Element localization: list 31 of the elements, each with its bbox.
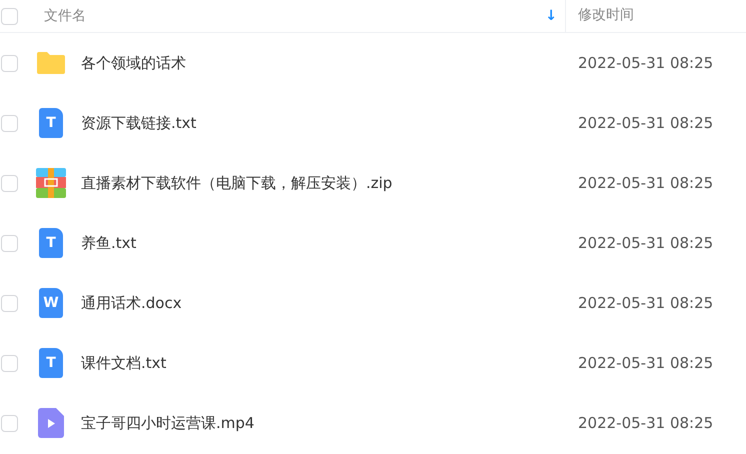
modified-time: 2022-05-31 08:25 xyxy=(578,54,714,72)
row-checkbox[interactable] xyxy=(1,114,18,132)
modified-time: 2022-05-31 08:25 xyxy=(578,354,714,372)
file-name[interactable]: 课件文档.txt xyxy=(81,354,578,372)
time-column-header[interactable]: 修改时间 xyxy=(565,0,746,32)
word-file-icon: W xyxy=(39,288,63,318)
row-checkbox[interactable] xyxy=(1,294,18,312)
folder-icon xyxy=(36,51,66,75)
text-file-icon: T xyxy=(39,108,63,138)
row-checkbox[interactable] xyxy=(1,54,18,72)
row-checkbox[interactable] xyxy=(1,354,18,372)
archive-icon xyxy=(36,168,66,198)
modified-time: 2022-05-31 08:25 xyxy=(578,234,714,252)
modified-time: 2022-05-31 08:25 xyxy=(578,114,714,132)
text-file-icon: T xyxy=(39,348,63,378)
select-all-checkbox[interactable] xyxy=(1,8,18,24)
file-name[interactable]: 直播素材下载软件（电脑下载，解压安装）.zip xyxy=(81,174,578,192)
row-checkbox[interactable] xyxy=(1,234,18,252)
file-name[interactable]: 宝子哥四小时运营课.mp4 xyxy=(81,414,578,432)
file-name[interactable]: 养鱼.txt xyxy=(81,234,578,252)
modified-time: 2022-05-31 08:25 xyxy=(578,174,714,192)
text-file-icon: T xyxy=(39,228,63,258)
row-checkbox[interactable] xyxy=(1,414,18,432)
file-name[interactable]: 资源下载链接.txt xyxy=(81,114,578,132)
name-column-header[interactable]: 文件名 xyxy=(44,7,546,25)
file-name[interactable]: 各个领域的话术 xyxy=(81,54,578,72)
modified-time: 2022-05-31 08:25 xyxy=(578,414,714,432)
row-checkbox[interactable] xyxy=(1,174,18,192)
file-name[interactable]: 通用话术.docx xyxy=(81,294,578,312)
video-file-icon xyxy=(38,408,64,438)
modified-time: 2022-05-31 08:25 xyxy=(578,294,714,312)
